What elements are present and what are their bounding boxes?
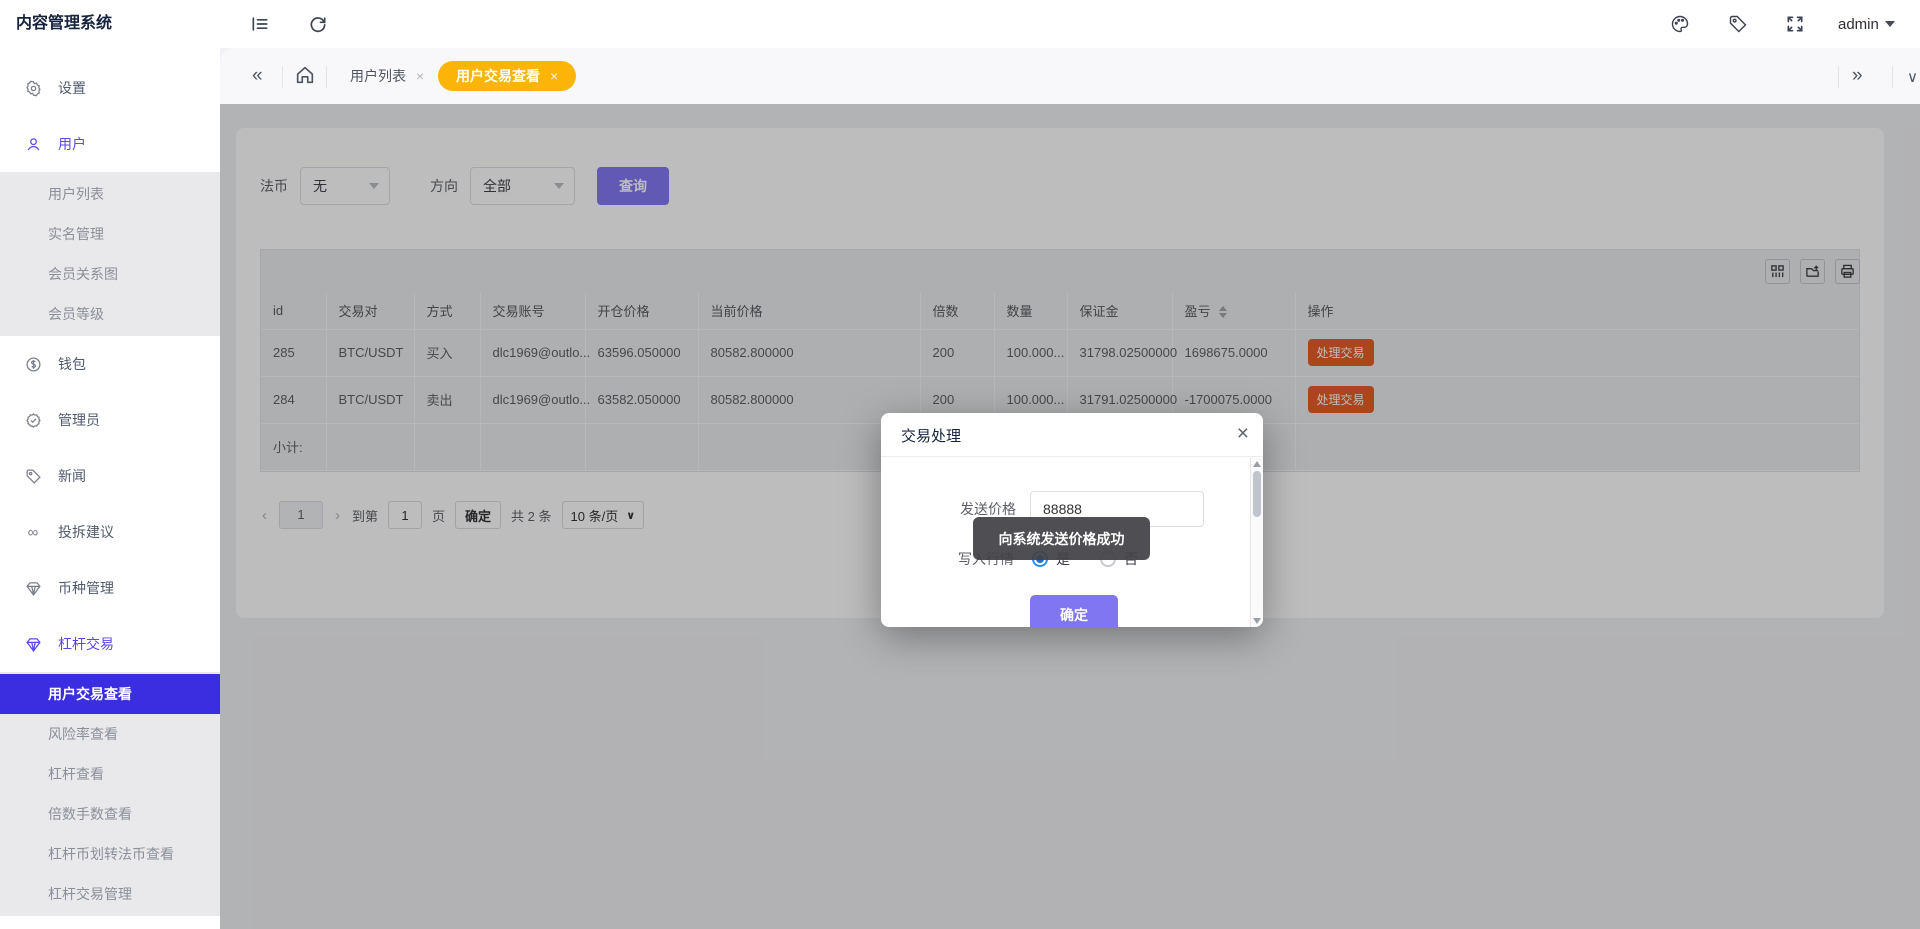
sidebar-item-multiplier-lots[interactable]: 倍数手数查看: [0, 794, 220, 834]
app-title: 内容管理系统: [16, 0, 112, 48]
sidebar: 设置 用户 用户列表 实名管理 会员关系图 会员等级 钱包 管理员 新闻 ∞ 投…: [0, 48, 220, 929]
user-menu[interactable]: admin: [1838, 0, 1895, 48]
close-icon[interactable]: ×: [1237, 422, 1249, 446]
sidebar-item-settings[interactable]: 设置: [0, 60, 220, 116]
refresh-icon[interactable]: [306, 12, 330, 36]
wallet-icon: [24, 355, 42, 373]
tabs-menu-icon[interactable]: ∨: [1907, 64, 1918, 92]
sidebar-item-label: 用户: [58, 134, 86, 154]
tag-icon[interactable]: [1726, 12, 1750, 36]
dialog-header: 交易处理 ×: [881, 413, 1263, 457]
sidebar-item-news[interactable]: 新闻: [0, 448, 220, 504]
sidebar-item-realname[interactable]: 实名管理: [0, 214, 220, 254]
top-header: 内容管理系统 admin: [0, 0, 1920, 48]
sidebar-item-label: 币种管理: [58, 578, 114, 598]
close-tab-icon[interactable]: ×: [416, 68, 424, 84]
sidebar-item-admin[interactable]: 管理员: [0, 392, 220, 448]
scroll-thumb[interactable]: [1253, 471, 1261, 517]
scroll-down-icon[interactable]: [1253, 618, 1261, 624]
sidebar-item-wallet[interactable]: 钱包: [0, 336, 220, 392]
sidebar-item-feedback[interactable]: ∞ 投拆建议: [0, 504, 220, 560]
tab-user-list[interactable]: 用户列表 ×: [336, 61, 438, 91]
sidebar-item-leverage-view[interactable]: 杠杆查看: [0, 754, 220, 794]
dialog-confirm-button[interactable]: 确定: [1030, 595, 1118, 627]
gem-icon: [24, 579, 42, 597]
dialog-title: 交易处理: [901, 425, 961, 446]
chevron-down-icon: [1885, 21, 1895, 27]
sidebar-item-label: 杠杆交易: [58, 634, 114, 654]
tab-label: 用户交易查看: [456, 66, 540, 86]
gear-icon: [24, 79, 42, 97]
sidebar-item-label: 管理员: [58, 410, 100, 430]
scroll-up-icon[interactable]: [1253, 461, 1261, 467]
home-icon[interactable]: [294, 64, 318, 88]
theme-palette-icon[interactable]: [1668, 12, 1692, 36]
sidebar-item-leverage[interactable]: 杠杆交易: [0, 616, 220, 672]
user-icon: [24, 135, 42, 153]
sidebar-item-label: 新闻: [58, 466, 86, 486]
gem-icon: [24, 635, 42, 653]
badge-check-icon: [24, 411, 42, 429]
sidebar-item-users[interactable]: 用户: [0, 116, 220, 172]
sidebar-item-user-list[interactable]: 用户列表: [0, 174, 220, 214]
sidebar-item-transfer-view[interactable]: 杠杆币划转法币查看: [0, 834, 220, 874]
tab-user-trades[interactable]: 用户交易查看 ×: [438, 61, 576, 91]
leverage-submenu: 用户交易查看 风险率查看 杠杆查看 倍数手数查看 杠杆币划转法币查看 杠杆交易管…: [0, 672, 220, 916]
dialog-scrollbar[interactable]: [1250, 458, 1263, 627]
tab-bar: « 用户列表 × 用户交易查看 × » ∨: [220, 48, 1920, 104]
tabs-scroll-left-icon[interactable]: «: [252, 62, 263, 90]
sidebar-item-risk-rate[interactable]: 风险率查看: [0, 714, 220, 754]
sidebar-item-label: 设置: [58, 78, 86, 98]
fullscreen-icon[interactable]: [1783, 12, 1807, 36]
tag-icon: [24, 467, 42, 485]
link-icon: ∞: [24, 523, 42, 541]
sidebar-item-member-level[interactable]: 会员等级: [0, 294, 220, 334]
sidebar-item-leverage-manage[interactable]: 杠杆交易管理: [0, 874, 220, 914]
close-tab-icon[interactable]: ×: [550, 68, 558, 84]
sidebar-item-coins[interactable]: 币种管理: [0, 560, 220, 616]
tabs-scroll-right-icon[interactable]: »: [1852, 62, 1863, 90]
send-price-label: 发送价格: [960, 499, 1018, 519]
tab-label: 用户列表: [350, 66, 406, 86]
success-toast: 向系统发送价格成功: [973, 517, 1150, 560]
sidebar-item-label: 投拆建议: [58, 522, 114, 542]
users-submenu: 用户列表 实名管理 会员关系图 会员等级: [0, 172, 220, 336]
user-name: admin: [1838, 16, 1879, 33]
sidebar-item-member-graph[interactable]: 会员关系图: [0, 254, 220, 294]
dialog-body: 发送价格 写入行情 是 否 确定 向系统发送价格成功: [881, 458, 1250, 627]
sidebar-item-label: 钱包: [58, 354, 86, 374]
sidebar-item-user-trades[interactable]: 用户交易查看: [0, 674, 220, 714]
trade-process-dialog: 交易处理 × 发送价格 写入行情 是 否 确定 向系统发送价格成功: [881, 413, 1263, 627]
collapse-sidebar-icon[interactable]: [248, 12, 272, 36]
